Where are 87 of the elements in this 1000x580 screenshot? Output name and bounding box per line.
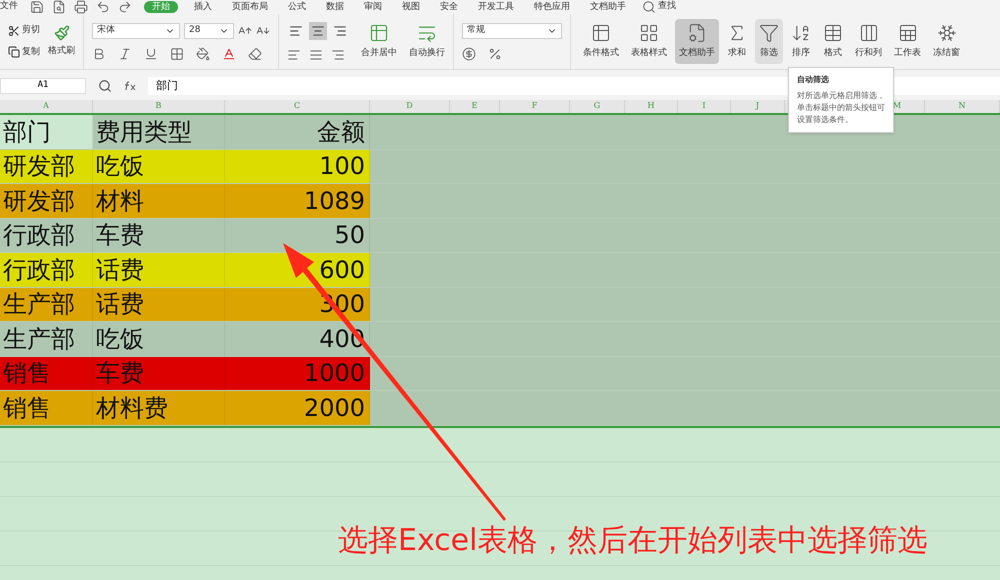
table-cell: 2000 (225, 391, 370, 424)
table-cell: 销售 (0, 391, 93, 424)
eraser-icon[interactable] (248, 46, 262, 60)
table-cell: 研发部 (0, 150, 93, 183)
table-cell: 材料费 (93, 391, 225, 424)
table-cell: 行政部 (0, 218, 93, 252)
wrap-button[interactable]: 自动换行 (409, 22, 445, 60)
table-cell: 话费 (93, 253, 225, 286)
table-cell: 100 (225, 150, 370, 183)
currency-icon[interactable] (462, 46, 476, 60)
table-cell: 车费 (93, 218, 225, 252)
menu-tab[interactable]: 特色应用 (530, 1, 574, 13)
printer-icon[interactable] (74, 0, 88, 14)
search-icon[interactable] (642, 0, 656, 14)
table-cell: 600 (225, 253, 370, 286)
search-label[interactable]: 查找 (658, 0, 676, 14)
number-format-select[interactable]: 常规 (462, 22, 562, 38)
file-menu[interactable]: 文件 (0, 0, 18, 14)
menu-tab[interactable]: 审阅 (360, 1, 386, 13)
font-color-icon[interactable] (222, 46, 236, 60)
border-icon[interactable] (170, 46, 184, 60)
fill-color-icon[interactable] (196, 46, 210, 60)
ribbon-tool-button[interactable]: 排序 (787, 18, 815, 64)
table-cell: 1000 (225, 356, 370, 390)
menu-tab[interactable]: 页面布局 (228, 1, 272, 13)
table-cell: 车费 (93, 356, 225, 390)
columns-icon (858, 22, 878, 43)
italic-icon[interactable] (118, 46, 132, 60)
ribbon-tool-button[interactable]: 冻结窗 (929, 18, 964, 64)
font-select[interactable]: 宋体 (92, 22, 180, 38)
fx-icon[interactable] (124, 81, 136, 91)
table-cell: 部门 (0, 115, 93, 148)
table-cell: 研发部 (0, 184, 93, 218)
menu-tab[interactable]: 安全 (436, 1, 462, 13)
justify-icon[interactable] (309, 48, 323, 62)
merge-button[interactable]: 合并居中 (361, 22, 397, 60)
paintbrush-icon (54, 24, 70, 41)
table-cell: 行政部 (0, 253, 93, 286)
document-gear-icon (687, 22, 707, 43)
document-icon[interactable] (52, 0, 66, 14)
menu-tab[interactable]: 开发工具 (474, 1, 518, 13)
table-cell: 1089 (225, 184, 370, 218)
underline-icon[interactable] (144, 46, 158, 60)
menu-tab[interactable]: 数据 (322, 1, 348, 13)
align-left-icon[interactable] (287, 48, 301, 62)
ribbon-tool-button[interactable]: 文档助手 (675, 18, 719, 64)
name-box[interactable]: A1 (0, 78, 86, 94)
clipboard-button[interactable]: 剪切 (8, 24, 40, 38)
merge-icon (369, 22, 389, 43)
table-cell: 生产部 (0, 288, 93, 321)
grid-icon (639, 22, 659, 43)
font-size-select[interactable]: 28 (184, 22, 234, 38)
tooltip-title: 自动筛选 (797, 74, 830, 86)
annotation-caption: 选择Excel表格，然后在开始列表中选择筛选 (338, 522, 928, 560)
ribbon-tool-button[interactable]: 格式 (819, 18, 847, 64)
menu-tab[interactable]: 文档助手 (586, 1, 630, 13)
table-icon (823, 22, 843, 43)
table-cell: 材料 (93, 184, 225, 218)
align-button[interactable] (309, 22, 327, 40)
table-icon (591, 22, 611, 43)
table-cell: 话费 (93, 288, 225, 321)
table-cell: 销售 (0, 356, 93, 390)
menu-tab[interactable]: 视图 (398, 1, 424, 13)
redo-icon[interactable] (118, 0, 132, 14)
table-cell: 生产部 (0, 322, 93, 356)
ribbon-tool-button[interactable]: 筛选 (755, 18, 783, 64)
clipboard-button[interactable]: 复制 (8, 46, 40, 59)
snowflake-icon (936, 22, 956, 43)
scissors-icon (8, 24, 20, 37)
ribbon-tool-button[interactable]: 行和列 (851, 18, 886, 64)
ribbon-tool-button[interactable]: 条件格式 (579, 18, 623, 64)
ribbon-tool-button[interactable]: 表格样式 (627, 18, 671, 64)
sheet-icon (898, 22, 918, 43)
align-right-icon[interactable] (331, 48, 345, 62)
table-cell: 吃饭 (93, 150, 225, 183)
bold-icon[interactable] (92, 46, 106, 60)
percent-icon[interactable] (488, 46, 502, 60)
ribbon-tool-button[interactable]: 求和 (723, 18, 751, 64)
format-painter-button[interactable]: 格式刷 (48, 24, 75, 58)
ribbon-tool-button[interactable]: 工作表 (890, 18, 925, 64)
funnel-icon (759, 22, 779, 43)
zoom-icon (98, 79, 112, 93)
menu-tab[interactable]: 公式 (284, 1, 310, 13)
save-icon[interactable] (30, 0, 44, 14)
copy-icon (8, 46, 20, 58)
undo-icon[interactable] (96, 0, 110, 14)
menu-tab[interactable]: 插入 (190, 1, 216, 13)
